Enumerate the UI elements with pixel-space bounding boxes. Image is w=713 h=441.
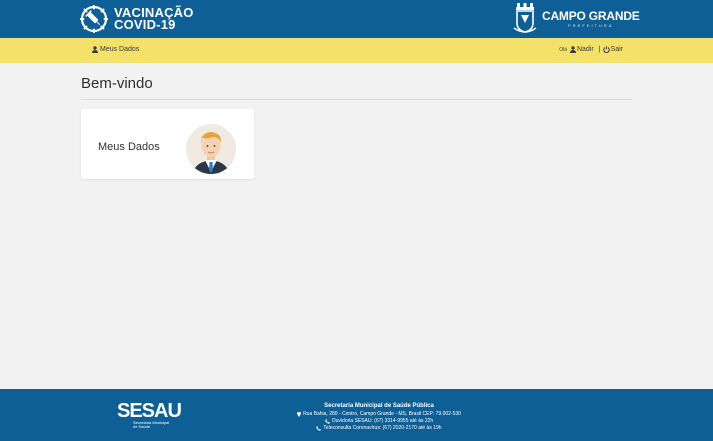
app-title: VACINAÇÃO COVID-19 [114,6,194,32]
nav-meus-dados-label: Meus Dados [100,46,140,53]
footer-address-line: Rua Bahia, 280 - Centro, Campo Grande - … [280,411,478,418]
card-label: Meus Dados [98,141,160,153]
footer-ouvidoria: Ouvidoria SESAU: (67) 3314-9955 até às 2… [331,418,434,424]
sesau-brand: SESAU [117,400,182,422]
phone-icon [325,419,330,424]
footer-teleconsulta: Teleconsulta Coronavírus: (67) 2020-2170… [323,425,442,431]
user-name: Nadir [576,46,594,53]
user-icon [92,46,98,53]
footer-org-name: Secretaria Municipal de Saúde Pública [324,403,434,409]
top-header: VACINAÇÃO COVID-19 CAMPO GRANDE PREFEITU… [0,0,713,38]
app-title-line-2: COVID-19 [114,17,176,32]
city-name: CAMPO GRANDE [542,9,640,23]
user-name-link[interactable]: Nadir [569,46,594,53]
sesau-logo: SESAU Secretaria Municipal de Saúde [117,400,182,429]
nav-separator: | [598,46,601,53]
power-icon [602,46,610,53]
nav-bar: Meus Dados Olá Nadir | Sair [0,38,713,63]
logout-label: Sair [610,46,623,53]
footer-ouvidoria-line: Ouvidoria SESAU: (67) 3314-9955 até às 2… [280,418,478,425]
footer-teleconsulta-line: Teleconsulta Coronavírus: (67) 2020-2170… [280,425,478,432]
user-icon [569,46,576,53]
page-title: Bem-vindo [81,75,153,92]
city-crest-icon [513,3,537,33]
phone-icon [316,426,322,431]
greeting-text: Olá [559,46,567,53]
avatar [186,124,236,174]
nav-meus-dados-link[interactable]: Meus Dados [92,46,139,53]
user-menu: Olá Nadir | Sair [559,46,623,53]
syringe-badge-icon [80,5,108,33]
footer: SESAU Secretaria Municipal de Saúde Secr… [0,389,713,441]
footer-contact-info: Secretaria Municipal de Saúde Pública Ru… [280,403,478,432]
footer-address: Rua Bahia, 280 - Centro, Campo Grande - … [303,411,461,417]
city-subtitle: PREFEITURA [568,23,614,28]
logout-link[interactable]: Sair [602,46,623,53]
title-divider [81,99,632,100]
meus-dados-card[interactable]: Meus Dados [81,109,254,179]
campo-grande-logo: CAMPO GRANDE PREFEITURA [513,3,640,35]
map-pin-icon [297,412,301,417]
sesau-subtitle-2: de Saúde [133,424,151,429]
vacinacao-logo[interactable]: VACINAÇÃO COVID-19 [80,4,194,34]
